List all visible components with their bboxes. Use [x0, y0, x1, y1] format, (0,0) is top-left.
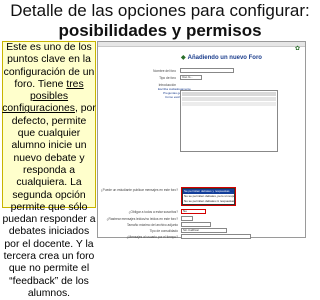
max-size-label: Tamaño máximo del archivo adjunto — [126, 223, 178, 227]
subscribe-label: ¿Obligar a todos a estar suscritos? — [128, 210, 178, 214]
moodle-icon: ✿ — [294, 46, 300, 52]
track-select[interactable] — [181, 216, 193, 221]
title-line-1: Detalle de las opciones para configurar: — [10, 1, 310, 20]
note-text-part2: , por defecto, permite que cualquier alu… — [2, 103, 96, 299]
forum-icon: ◆ — [181, 55, 186, 61]
highlight-box — [181, 187, 236, 206]
window-top-bar — [98, 42, 305, 47]
time-select[interactable] — [181, 234, 251, 239]
editor-toolbar-3 — [182, 102, 276, 106]
intro-editor[interactable] — [180, 90, 278, 152]
time-label: ¿Mensajes al usuario por el tiempo? — [126, 235, 178, 239]
consolidated-label: Tipo de consolidado — [149, 229, 178, 233]
editor-toolbar-2 — [182, 97, 276, 101]
consolidated-select[interactable]: Sin Calificar — [181, 228, 227, 233]
slide-title: Detalle de las opciones para configurar:… — [0, 0, 320, 41]
max-size-select[interactable] — [181, 222, 211, 227]
forum-name-label: Nombre del foro — [153, 69, 176, 73]
subscribe-select[interactable]: No — [181, 209, 206, 214]
forum-type-select[interactable]: Uso G... — [180, 75, 202, 80]
form-heading: ◆ Añadiendo un nuevo Foro — [181, 55, 262, 61]
editor-toolbar — [182, 92, 276, 96]
forum-form-screenshot: ✿ ◆ Añadiendo un nuevo Foro Nombre del fo… — [97, 41, 306, 239]
forum-name-input[interactable] — [180, 68, 234, 73]
note-text: Este es uno de los puntos clave en la co… — [2, 42, 96, 300]
forum-type-label: Tipo de foro — [159, 76, 176, 80]
student-post-label: ¿Puede un estudiante publicar mensajes e… — [100, 188, 178, 192]
title-line-2: posibilidades y permisos — [58, 21, 262, 40]
track-label: ¿Rastrear mensajes leídos/no leídos en e… — [106, 217, 178, 221]
